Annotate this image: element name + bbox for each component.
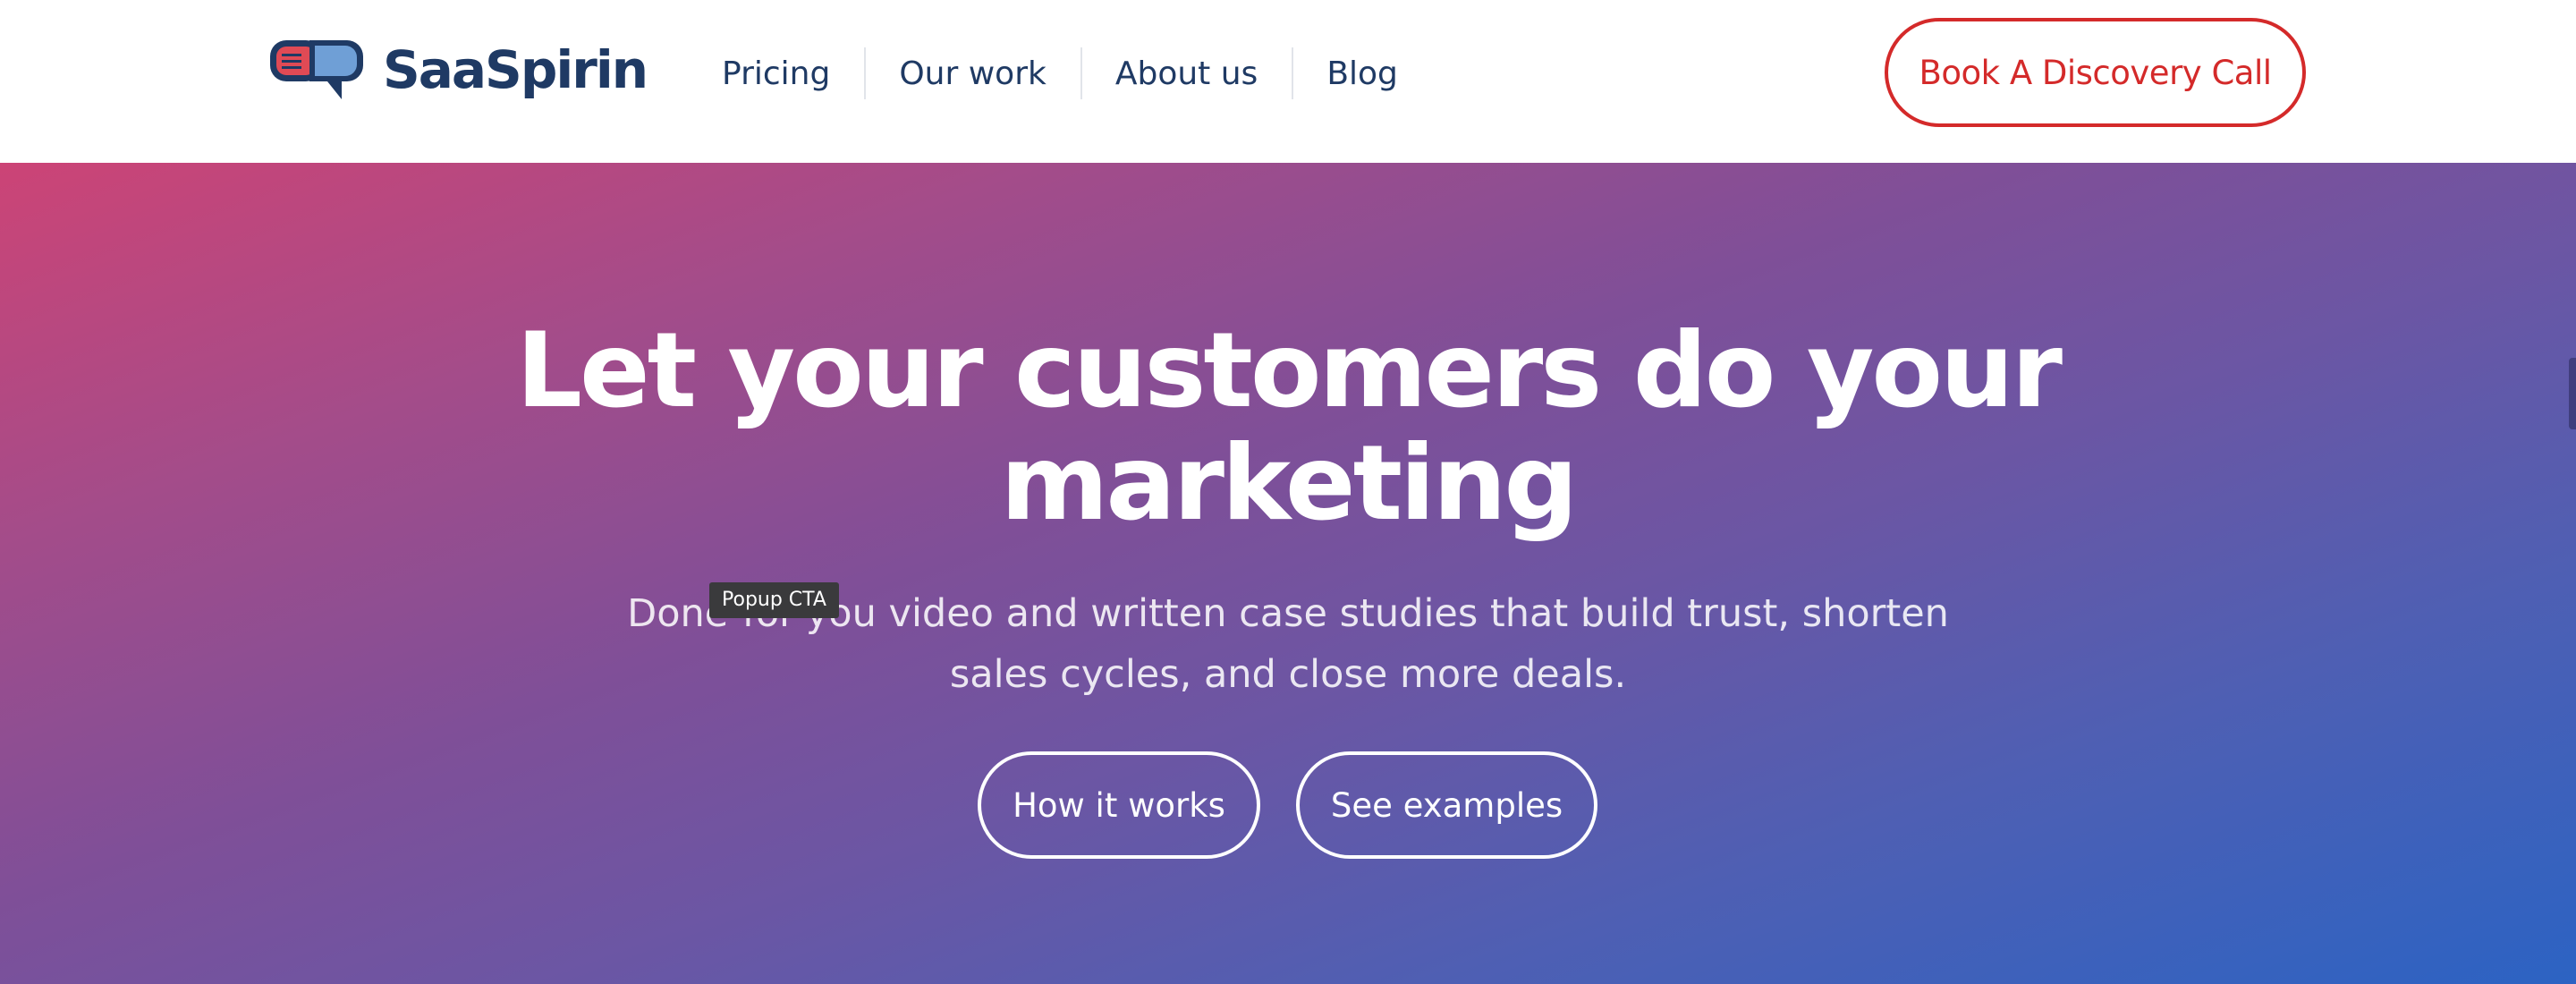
main-nav: Pricing Our work About us Blog <box>689 47 1432 100</box>
nav-link-pricing[interactable]: Pricing <box>689 55 864 92</box>
nav-link-blog[interactable]: Blog <box>1293 55 1432 92</box>
nav-link-our-work[interactable]: Our work <box>866 55 1080 92</box>
book-discovery-call-button[interactable]: Book A Discovery Call <box>1885 18 2306 127</box>
top-navbar: SaaSpirin Pricing Our work About us Blog… <box>0 0 2576 163</box>
nav-link-about-us[interactable]: About us <box>1082 55 1292 92</box>
how-it-works-button[interactable]: How it works <box>978 751 1260 859</box>
logo-link[interactable]: SaaSpirin <box>268 34 648 106</box>
speech-bubble-logo-icon <box>270 40 363 99</box>
brand-wordmark: SaaSpirin <box>383 39 648 100</box>
side-tab-handle[interactable] <box>2569 358 2576 429</box>
hero-section: Let your customers do your marketing Don… <box>0 163 2576 984</box>
see-examples-button[interactable]: See examples <box>1296 751 1597 859</box>
popup-cta-tooltip: Popup CTA <box>709 582 839 618</box>
hero-title: Let your customers do your marketing <box>516 310 2063 544</box>
